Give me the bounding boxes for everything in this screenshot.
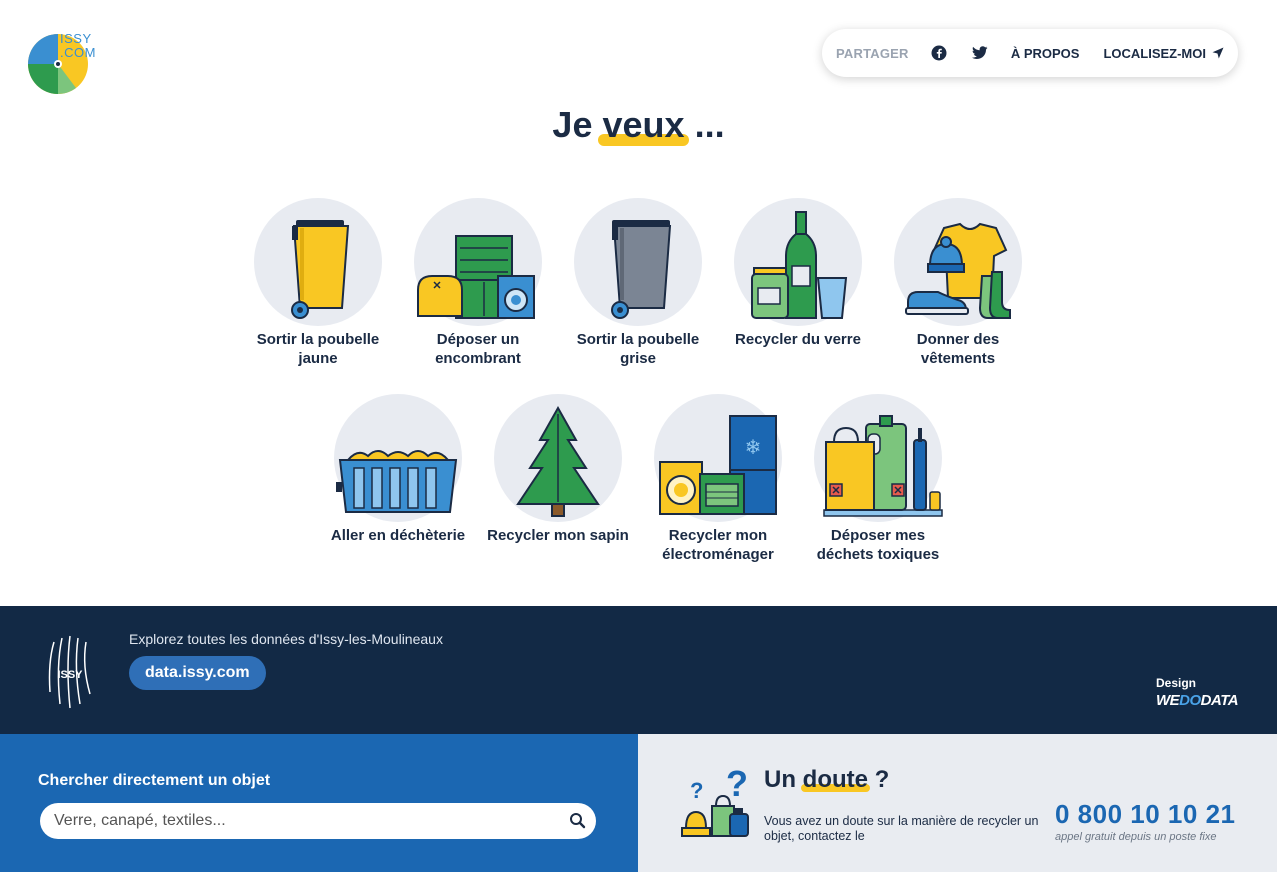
help-panel: ? ? Un doute ? Vous avez un doute sur la… <box>638 734 1277 872</box>
title-highlight: veux <box>598 104 689 146</box>
search-title: Chercher directement un objet <box>38 772 271 789</box>
yellow-bin-icon <box>291 220 350 319</box>
toxic-waste-icon <box>823 415 943 517</box>
tile-label: Aller en déchèterie <box>330 527 466 544</box>
appliances-icon: ❄ <box>659 415 777 515</box>
svg-text:?: ? <box>690 778 703 803</box>
svg-text:❄: ❄ <box>745 435 762 459</box>
logo-text-line1: ISSY <box>60 31 92 46</box>
logo-text-line2: .COM <box>60 45 96 60</box>
tile-label: Sortir la poubelle jaune <box>256 331 380 367</box>
christmas-tree-icon <box>516 405 600 517</box>
title-prefix: Je <box>552 104 593 145</box>
locate-me-label: LOCALISEZ-MOI <box>1103 45 1206 61</box>
tile-label: Déposer un encombrant <box>435 331 521 367</box>
search-panel: Chercher directement un objet <box>0 734 638 872</box>
design-label: Design <box>1156 676 1197 690</box>
page-title: Je veux ... <box>0 104 1277 146</box>
twitter-icon[interactable] <box>970 40 991 66</box>
tile-label: Sortir la poubelle grise <box>576 331 700 367</box>
tile-label: Donner des vêtements <box>916 331 1000 367</box>
locate-me-button[interactable]: LOCALISEZ-MOI <box>1103 46 1224 61</box>
tile-label: Recycler mon sapin <box>487 527 629 544</box>
header-nav: PARTAGER À PROPOS LOCALISEZ-MOI <box>822 29 1238 77</box>
grey-bin-icon <box>611 220 672 319</box>
issy-city-logo[interactable]: ISSY <box>44 632 96 710</box>
search-icon[interactable] <box>568 811 588 831</box>
data-issy-button[interactable]: data.issy.com <box>129 656 266 690</box>
tile-label: Recycler mon électroménager <box>662 527 774 563</box>
facebook-icon[interactable] <box>929 40 950 66</box>
glass-bottles-icon <box>751 211 848 319</box>
doubt-highlight: doute <box>800 766 871 793</box>
title-suffix: ... <box>694 104 725 145</box>
bulky-items-icon <box>417 235 535 319</box>
doubt-text: Vous avez un doute sur la manière de rec… <box>764 814 1039 843</box>
logo-text: ISSY .COM <box>60 32 96 60</box>
explore-text: Explorez toutes les données d'Issy-les-M… <box>129 631 443 647</box>
phone-number[interactable]: 0 800 10 10 21 <box>1055 799 1236 830</box>
clothes-icon <box>905 222 1011 319</box>
doubt-suffix: ? <box>874 766 890 793</box>
open-data-band: ISSY Explorez toutes les données d'Issy-… <box>0 606 1277 734</box>
share-label: PARTAGER <box>836 45 909 61</box>
location-arrow-icon <box>1212 47 1224 59</box>
wedodata-we: WE <box>1156 692 1180 709</box>
issy-logo-text: ISSY <box>57 669 83 681</box>
skip-container-icon <box>336 450 458 513</box>
about-link[interactable]: À PROPOS <box>1011 46 1080 61</box>
doubt-prefix: Un <box>764 766 796 793</box>
issy-com-logo[interactable]: ISSY .COM <box>26 32 98 96</box>
tile-label: Recycler du verre <box>735 331 861 348</box>
wedodata-do: DO <box>1179 692 1201 709</box>
search-box <box>40 803 596 839</box>
doubt-title: Un doute ? <box>764 766 889 794</box>
search-input[interactable] <box>54 803 554 839</box>
phone-note: appel gratuit depuis un poste fixe <box>1055 831 1217 843</box>
tile-label: Déposer mes déchets toxiques <box>816 527 940 563</box>
wedodata-data: DATA <box>1200 692 1239 709</box>
question-bags-icon: ? ? <box>681 768 749 837</box>
wedodata-logo[interactable]: WEDODATA <box>1156 692 1239 709</box>
